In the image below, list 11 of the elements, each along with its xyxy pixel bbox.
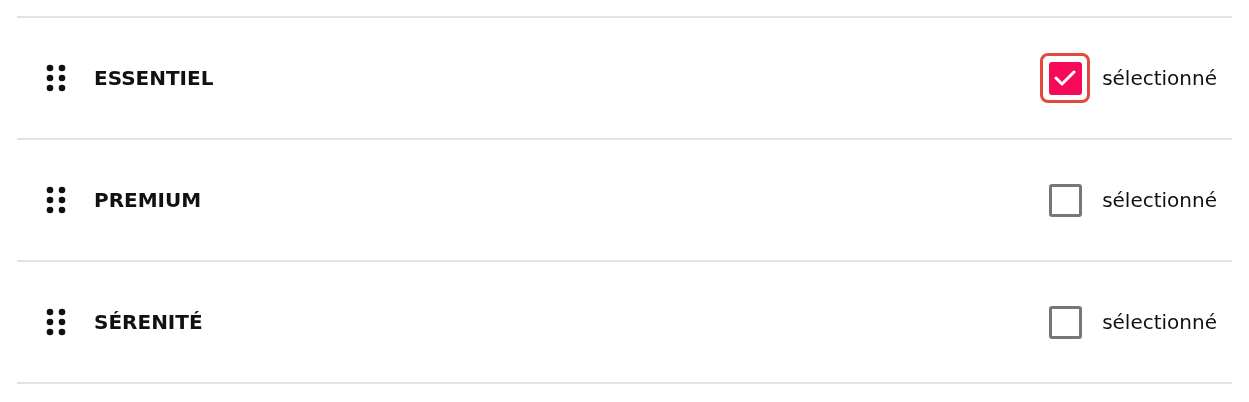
drag-handle-icon[interactable]: [46, 185, 66, 215]
drag-handle-icon[interactable]: [46, 307, 66, 337]
checkbox-label[interactable]: sélectionné: [1102, 188, 1217, 212]
checkbox-label[interactable]: sélectionné: [1102, 66, 1217, 90]
checkbox[interactable]: [1040, 53, 1091, 103]
drag-handle-icon[interactable]: [46, 63, 66, 93]
checkmark-icon: [1054, 70, 1077, 86]
option-title: ESSENTIEL: [94, 66, 215, 90]
option-title: SÉRENITÉ: [94, 310, 204, 334]
checkbox-label[interactable]: sélectionné: [1102, 310, 1217, 334]
option-title: PREMIUM: [94, 188, 203, 212]
